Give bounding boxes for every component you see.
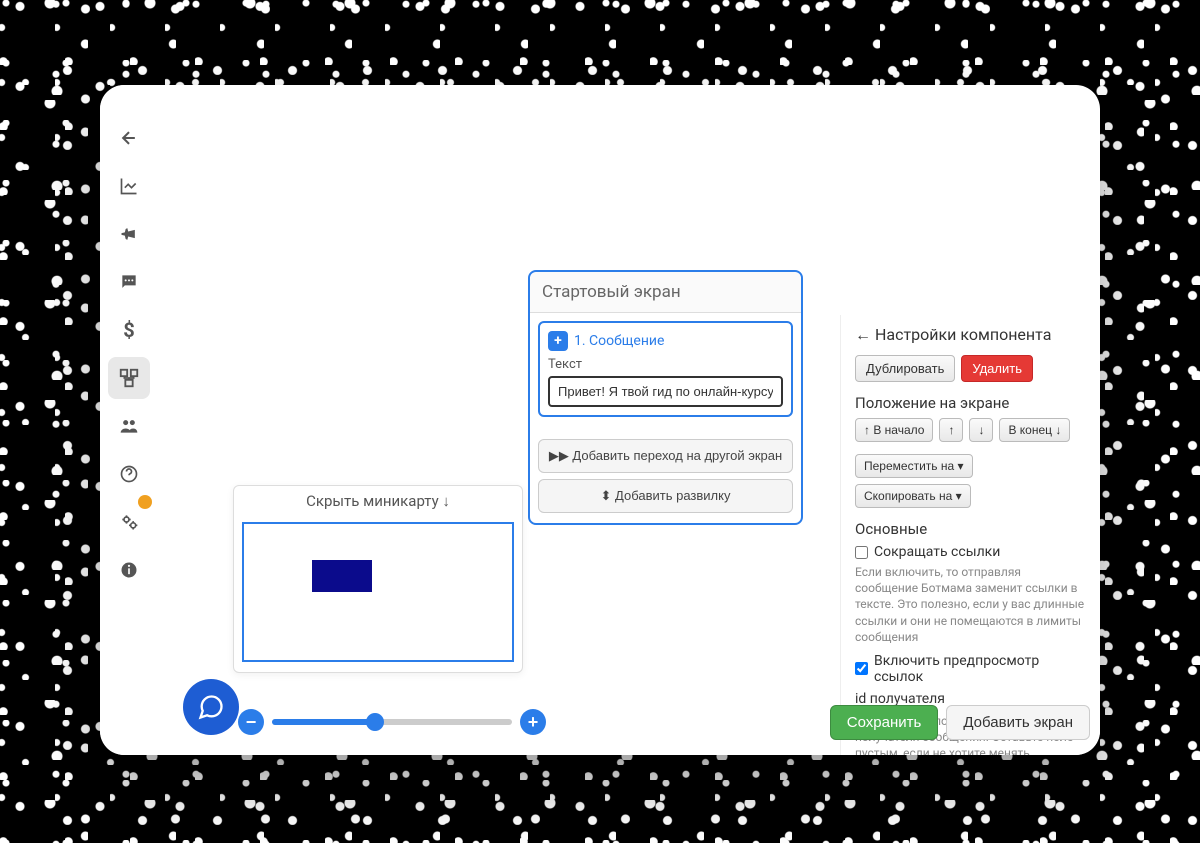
bottom-actions: Сохранить Добавить экран xyxy=(830,705,1090,740)
settings-title[interactable]: ← Настройки компонента xyxy=(855,325,1086,345)
move-to-start-button[interactable]: ↑ В начало xyxy=(855,418,933,442)
sidebar-info[interactable] xyxy=(108,549,150,591)
preview-links-label: Включить предпросмотр ссылок xyxy=(874,653,1086,685)
sidebar-broadcast[interactable] xyxy=(108,213,150,255)
move-down-button[interactable]: ↓ xyxy=(969,418,993,442)
component-header: + 1. Сообщение xyxy=(548,331,783,351)
app-window: $ Стартовый экран + 1. Сообщение xyxy=(100,85,1100,755)
dollar-icon: $ xyxy=(123,318,134,342)
minimap-toggle[interactable]: Скрыть миникарту ↓ xyxy=(234,486,522,516)
settings-icon xyxy=(119,512,139,532)
chart-icon xyxy=(119,176,139,196)
preview-links-row[interactable]: Включить предпросмотр ссылок xyxy=(855,653,1086,685)
sidebar-help[interactable] xyxy=(108,453,150,495)
duplicate-button[interactable]: Дублировать xyxy=(855,355,955,382)
move-to-dropdown[interactable]: Переместить на ▾ xyxy=(855,454,973,478)
minimap-view[interactable] xyxy=(242,522,514,662)
shorten-links-row[interactable]: Сокращать ссылки xyxy=(855,544,1086,560)
add-screen-button[interactable]: Добавить экран xyxy=(946,705,1090,740)
speech-icon xyxy=(119,272,139,292)
preview-links-checkbox[interactable] xyxy=(855,662,868,675)
add-transition-button[interactable]: ▶▶ Добавить переход на другой экран xyxy=(538,439,793,473)
shorten-links-checkbox[interactable] xyxy=(855,546,868,559)
zoom-in-button[interactable]: + xyxy=(520,709,546,735)
minimap-screen-rect xyxy=(312,560,372,592)
help-icon xyxy=(119,464,139,484)
zoom-slider[interactable] xyxy=(272,719,512,725)
message-text-input[interactable] xyxy=(548,376,783,407)
users-icon xyxy=(119,416,139,436)
move-to-end-button[interactable]: В конец ↓ xyxy=(999,418,1070,442)
component-title-text: 1. Сообщение xyxy=(574,333,664,349)
zoom-thumb[interactable] xyxy=(366,713,384,731)
sidebar-flow[interactable] xyxy=(108,357,150,399)
sidebar-users[interactable] xyxy=(108,405,150,447)
flow-icon xyxy=(118,367,140,389)
sidebar-settings[interactable] xyxy=(108,501,150,543)
chat-fab[interactable] xyxy=(183,679,239,735)
screen-card[interactable]: Стартовый экран + 1. Сообщение Текст ▶▶ … xyxy=(528,270,803,525)
sidebar-back[interactable] xyxy=(108,117,150,159)
sidebar: $ xyxy=(100,85,158,755)
shorten-links-desc: Если включить, то отправляя сообщение Бо… xyxy=(855,564,1086,645)
add-fork-button[interactable]: ⬍ Добавить развилку xyxy=(538,479,793,513)
sidebar-analytics[interactable] xyxy=(108,165,150,207)
shorten-links-label: Сокращать ссылки xyxy=(874,544,1000,560)
zoom-fill xyxy=(272,719,375,725)
move-up-button[interactable]: ↑ xyxy=(939,418,963,442)
chat-icon xyxy=(197,693,225,721)
minimap-panel: Скрыть миникарту ↓ xyxy=(233,485,523,673)
screen-title[interactable]: Стартовый экран xyxy=(530,272,801,313)
save-button[interactable]: Сохранить xyxy=(830,705,939,740)
megaphone-icon xyxy=(119,224,139,244)
copy-to-dropdown[interactable]: Скопировать на ▾ xyxy=(855,484,971,508)
notification-dot xyxy=(138,495,152,509)
position-section-title: Положение на экране xyxy=(855,394,1086,412)
main-section-title: Основные xyxy=(855,520,1086,538)
zoom-out-button[interactable]: − xyxy=(238,709,264,735)
back-arrow-icon xyxy=(119,128,139,148)
canvas[interactable]: Стартовый экран + 1. Сообщение Текст ▶▶ … xyxy=(158,85,1100,755)
info-icon xyxy=(119,560,139,580)
sidebar-messages[interactable] xyxy=(108,261,150,303)
text-field-label: Текст xyxy=(548,357,783,372)
settings-panel: ← Настройки компонента Дублировать Удали… xyxy=(840,315,1100,755)
component-message[interactable]: + 1. Сообщение Текст xyxy=(538,321,793,417)
plus-badge-icon[interactable]: + xyxy=(548,331,568,351)
delete-button[interactable]: Удалить xyxy=(961,355,1033,382)
sidebar-payments[interactable]: $ xyxy=(108,309,150,351)
zoom-controls: − + xyxy=(238,709,546,735)
